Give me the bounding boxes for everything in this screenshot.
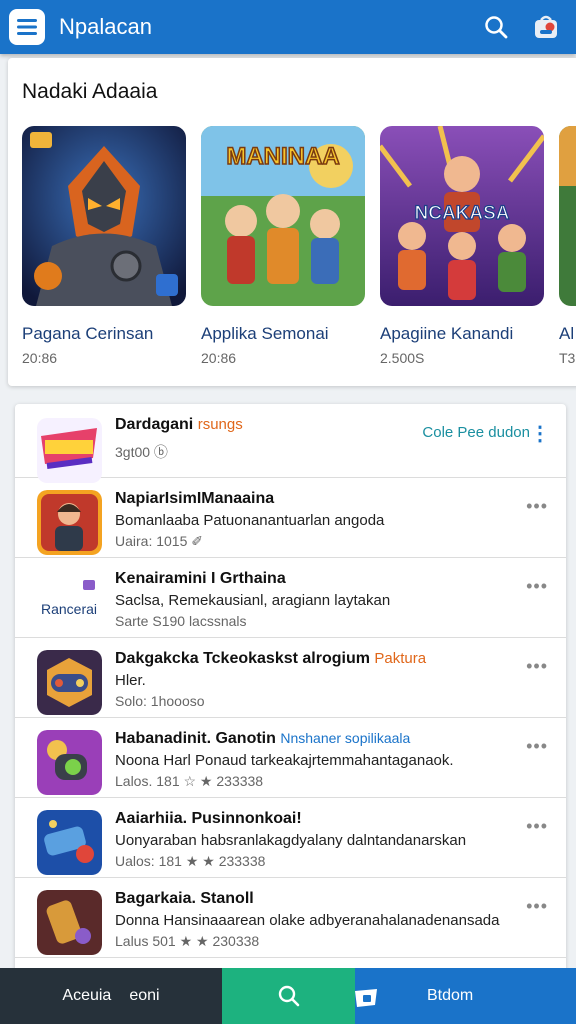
list-item[interactable]: NapiarIsimIManaaina Bomanlaaba Patuonana… <box>15 478 566 558</box>
game-card-name: Apagiine Kanandi <box>380 324 514 343</box>
nav-tab-home[interactable]: Aceuia eoni <box>0 968 222 1024</box>
featured-game-card[interactable]: MANINAA Applika Semonai 20:86 <box>201 126 365 366</box>
list-item-title: NapiarIsimIManaaina <box>115 490 275 507</box>
thumbnail-logo-text: NCAKASA <box>415 203 510 224</box>
more-options-icon[interactable]: ••• <box>526 576 548 597</box>
list-item-title: Habanadinit. Ganotin Nnshaner sopilikaal… <box>115 730 506 748</box>
featured-game-card[interactable]: NCAKASA Apagiine Kanandi 2.500S <box>380 126 544 366</box>
app-bar: Npalacan <box>0 0 576 54</box>
game-card-name: Pagana Cerinsan <box>22 324 154 343</box>
list-item-title-text: Dardagani <box>115 416 194 433</box>
list-item[interactable]: Habanadinit. Ganotin Nnshaner sopilikaal… <box>15 718 566 798</box>
list-item-description: Uonyaraban habsranlakagdyalany dalntanda… <box>115 832 467 849</box>
list-item-meta: Sarte S190 lacssnals <box>115 613 247 629</box>
game-thumbnail-heroes: MANINAA <box>201 126 365 306</box>
list-item[interactable]: Dakgakcka Tckeokaskst alrogium Paktura H… <box>15 638 566 718</box>
list-item-meta: 3ɡt00 ⓑ <box>115 444 168 460</box>
list-item-text: Habanadinit. Ganotin Nnshaner sopilikaal… <box>115 730 506 790</box>
hamburger-icon <box>17 19 37 35</box>
section-title: Nadaki Adaaia <box>22 80 158 103</box>
list-item-title-text: Dakgakcka Tckeokaskst alrogium <box>115 650 370 667</box>
list-item-tag: Paktura <box>374 650 427 667</box>
list-item-meta: Uaira: 1015 ✐ <box>115 533 203 549</box>
app-icon <box>37 418 102 483</box>
list-item-title: Kenairamini I Grthaina <box>115 570 286 587</box>
search-icon <box>278 985 299 1007</box>
game-card-meta: 20:86 <box>201 350 237 366</box>
list-item-tag: Nnshaner sopilikaala <box>280 730 411 746</box>
game-card-meta: T3 <box>559 350 576 366</box>
more-options-icon[interactable]: ••• <box>526 656 548 677</box>
list-item-tag: rsungs <box>197 416 243 433</box>
svg-text:Rancerai: Rancerai <box>41 601 97 617</box>
game-card-meta: 20:86 <box>22 350 58 366</box>
search-button[interactable] <box>476 7 516 47</box>
more-options-icon[interactable]: ••• <box>526 496 548 517</box>
game-card-name: Applika Semonai <box>201 324 329 343</box>
list-item[interactable]: Bagarkaia. Stanoll Donna Hansinaaarean o… <box>15 878 566 958</box>
list-item-text: Dakgakcka Tckeokaskst alrogium Paktura H… <box>115 650 506 709</box>
featured-game-card[interactable]: Al T3 <box>559 126 576 366</box>
app-icon <box>37 490 102 555</box>
list-item[interactable]: Aaiarhiia. Pusinnonkoai! Uonyaraban habs… <box>15 798 566 878</box>
list-item-description: Bomanlaaba Patuonanantuarlan angoda <box>115 512 385 529</box>
store-button[interactable] <box>526 7 566 47</box>
more-vertical-icon[interactable]: ⋮ <box>530 421 550 446</box>
list-item-description: Donna Hansinaaarean olake adbyeranahalan… <box>115 912 500 929</box>
app-icon: Rancerai <box>37 570 102 635</box>
list-item-description: Saclsa, Remekausianl, aragiann laytakan <box>115 592 391 609</box>
game-thumbnail-party: NCAKASA <box>380 126 544 306</box>
app-title: Npalacan <box>59 14 152 39</box>
app-icon <box>37 890 102 955</box>
list-item-meta: Lalos. 181 ☆ ★ 233338 <box>115 773 264 789</box>
menu-button[interactable] <box>9 9 45 45</box>
list-item[interactable]: Rancerai Kenairamini I Grthaina Saclsa, … <box>15 558 566 638</box>
nav-label-secondary: eoni <box>129 987 160 1004</box>
featured-carousel[interactable]: Pagana Cerinsan 20:86 MANINAA Applika Se… <box>22 126 576 366</box>
store-bag-icon <box>535 15 557 38</box>
thumbnail-logo-text: MANINAA <box>226 143 339 170</box>
app-list: Dardagani rsungs 3ɡt00 ⓑ Cole Pee dudon … <box>15 404 566 1004</box>
list-item-title: Bagarkaia. Stanoll <box>115 890 254 907</box>
more-options-icon[interactable]: ••• <box>526 896 548 917</box>
game-card-name: Al <box>559 324 575 343</box>
game-card-meta: 2.500S <box>380 350 425 366</box>
app-icon <box>37 810 102 875</box>
store-icon <box>355 989 377 1007</box>
app-icon <box>37 650 102 715</box>
app-icon <box>37 730 102 795</box>
list-item[interactable]: Dardagani rsungs 3ɡt00 ⓑ Cole Pee dudon … <box>15 404 566 483</box>
list-item-description: Hler. <box>115 672 146 689</box>
list-item-meta: Solo: 1hoooso <box>115 693 205 709</box>
more-options-icon[interactable]: ••• <box>526 816 548 837</box>
list-item-text: NapiarIsimIManaaina Bomanlaaba Patuonana… <box>115 490 506 550</box>
list-item-text: Kenairamini I Grthaina Saclsa, Remekausi… <box>115 570 506 629</box>
game-thumbnail-knight <box>22 126 186 306</box>
list-item-title-text: Habanadinit. Ganotin <box>115 730 276 747</box>
nav-tab-search[interactable] <box>222 968 355 1024</box>
list-item-meta: Lalus 501 ★ ★ 230338 <box>115 933 260 949</box>
nav-label: Btdom <box>427 987 474 1004</box>
search-icon <box>485 16 508 39</box>
featured-game-card[interactable]: Pagana Cerinsan 20:86 <box>22 126 186 366</box>
list-item-text: Bagarkaia. Stanoll Donna Hansinaaarean o… <box>115 890 506 950</box>
list-item-description: Noona Harl Ponaud tarkeakajrtemmahantaga… <box>115 752 454 769</box>
list-item-title: Aaiarhiia. Pusinnonkoai! <box>115 810 302 827</box>
list-item-title: Dakgakcka Tckeokaskst alrogium Paktura <box>115 650 506 668</box>
more-options-icon[interactable]: ••• <box>526 736 548 757</box>
bottom-navigation: Aceuia eoni Btdom <box>0 968 576 1024</box>
featured-section: Nadaki Adaaia Pagana Cerinsan 20:86 MANI… <box>8 58 576 386</box>
list-item-text: Aaiarhiia. Pusinnonkoai! Uonyaraban habs… <box>115 810 506 870</box>
list-item-meta: Ualos: 181 ★ ★ 233338 <box>115 853 266 869</box>
nav-label: Aceuia <box>62 987 112 1004</box>
nav-tab-store[interactable]: Btdom <box>355 968 576 1024</box>
game-thumbnail-partial <box>559 126 576 306</box>
list-item-action-link[interactable]: Cole Pee dudon <box>422 424 530 441</box>
